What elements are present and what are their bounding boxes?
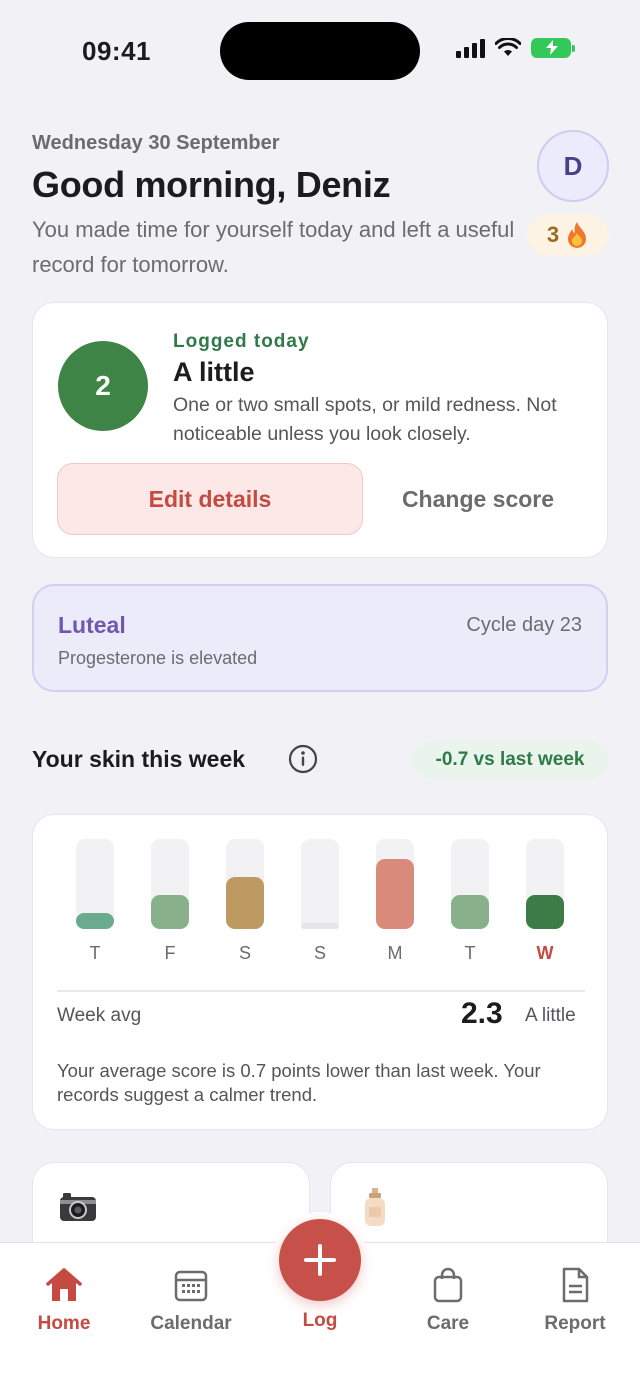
tab-home[interactable]: Home	[9, 1265, 119, 1335]
week-bar-fill	[526, 895, 564, 929]
battery-icon	[531, 38, 575, 58]
tab-report[interactable]: Report	[520, 1265, 630, 1335]
week-bar[interactable]	[76, 839, 114, 929]
status-icons	[456, 38, 575, 58]
week-bar-fill	[376, 859, 414, 929]
week-bar-label: W	[536, 943, 554, 963]
cycle-phase: Luteal	[58, 612, 126, 638]
week-bar-label: F	[164, 943, 176, 963]
today-log-card: 2 Logged today A little One or two small…	[32, 302, 608, 558]
week-bar-label: T	[464, 943, 476, 963]
camera-icon	[60, 1193, 96, 1221]
trend-badge: -0.7 vs last week	[412, 741, 608, 779]
week-bar[interactable]	[451, 839, 489, 929]
info-icon[interactable]	[288, 744, 318, 774]
calendar-icon	[174, 1270, 208, 1302]
week-bar[interactable]	[226, 839, 264, 929]
tab-care[interactable]: Care	[393, 1265, 503, 1335]
tab-calendar[interactable]: Calendar	[136, 1265, 246, 1335]
cycle-phase-card[interactable]: Luteal Cycle day 23 Progesterone is elev…	[32, 584, 608, 692]
week-avg-value: 2.3	[461, 997, 503, 1030]
tab-care-label: Care	[426, 1313, 470, 1334]
score-name: A little	[173, 357, 255, 387]
week-bar-fill	[301, 923, 339, 929]
divider	[57, 990, 585, 992]
tab-calendar-label: Calendar	[150, 1313, 232, 1334]
edit-details-button[interactable]: Edit details	[57, 463, 363, 535]
week-bar-label: S	[238, 943, 251, 963]
cycle-phase-note: Progesterone is elevated	[58, 648, 258, 668]
score-description: One or two small spots, or mild redness.…	[173, 394, 557, 445]
greeting-title: Good morning, Deniz	[32, 164, 391, 205]
week-bar[interactable]	[376, 839, 414, 929]
streak-count: 3	[546, 222, 560, 247]
greeting-subtitle: You made time for yourself today and lef…	[32, 217, 515, 277]
plus-icon	[304, 1244, 336, 1276]
week-avg-name: A little	[525, 1005, 576, 1026]
week-bar-label: M	[387, 943, 403, 963]
week-bar-fill	[151, 895, 189, 929]
week-bar[interactable]	[301, 839, 339, 929]
document-icon	[562, 1267, 589, 1303]
streak-badge[interactable]: 3	[527, 214, 609, 256]
log-button-label: Log	[302, 1310, 338, 1331]
week-bar-fill	[451, 895, 489, 929]
log-button[interactable]	[279, 1219, 361, 1301]
week-bar[interactable]	[151, 839, 189, 929]
signal-icon	[456, 38, 485, 58]
fire-icon	[568, 222, 587, 248]
date-label: Wednesday 30 September	[32, 132, 280, 154]
score-circle: 2	[58, 341, 148, 431]
avatar[interactable]: D	[537, 130, 609, 202]
cycle-day: Cycle day 23	[466, 614, 582, 636]
week-bar[interactable]	[526, 839, 564, 929]
tab-home-label: Home	[37, 1313, 91, 1334]
week-bar-label: T	[89, 943, 101, 963]
status-time: 09:41	[82, 36, 151, 66]
week-bar-fill	[76, 913, 114, 929]
home-icon	[46, 1268, 82, 1301]
change-score-button[interactable]: Change score	[373, 463, 583, 535]
tab-report-label: Report	[544, 1313, 606, 1334]
dynamic-island	[220, 22, 420, 80]
logged-today-label: Logged today	[173, 331, 310, 352]
week-avg-note: Your average score is 0.7 points lower t…	[57, 1060, 541, 1105]
wifi-icon	[495, 38, 521, 56]
shopping-bag-icon	[433, 1267, 463, 1303]
week-chart-card: T F S S M T W Week avg 2.3 A little Your avera…	[32, 814, 608, 1130]
week-section-title: Your skin this week	[32, 746, 246, 772]
week-bar-fill	[226, 877, 264, 929]
lotion-bottle-icon	[365, 1188, 385, 1226]
week-avg-label: Week avg	[57, 1005, 142, 1026]
week-bar-label: S	[313, 943, 326, 963]
